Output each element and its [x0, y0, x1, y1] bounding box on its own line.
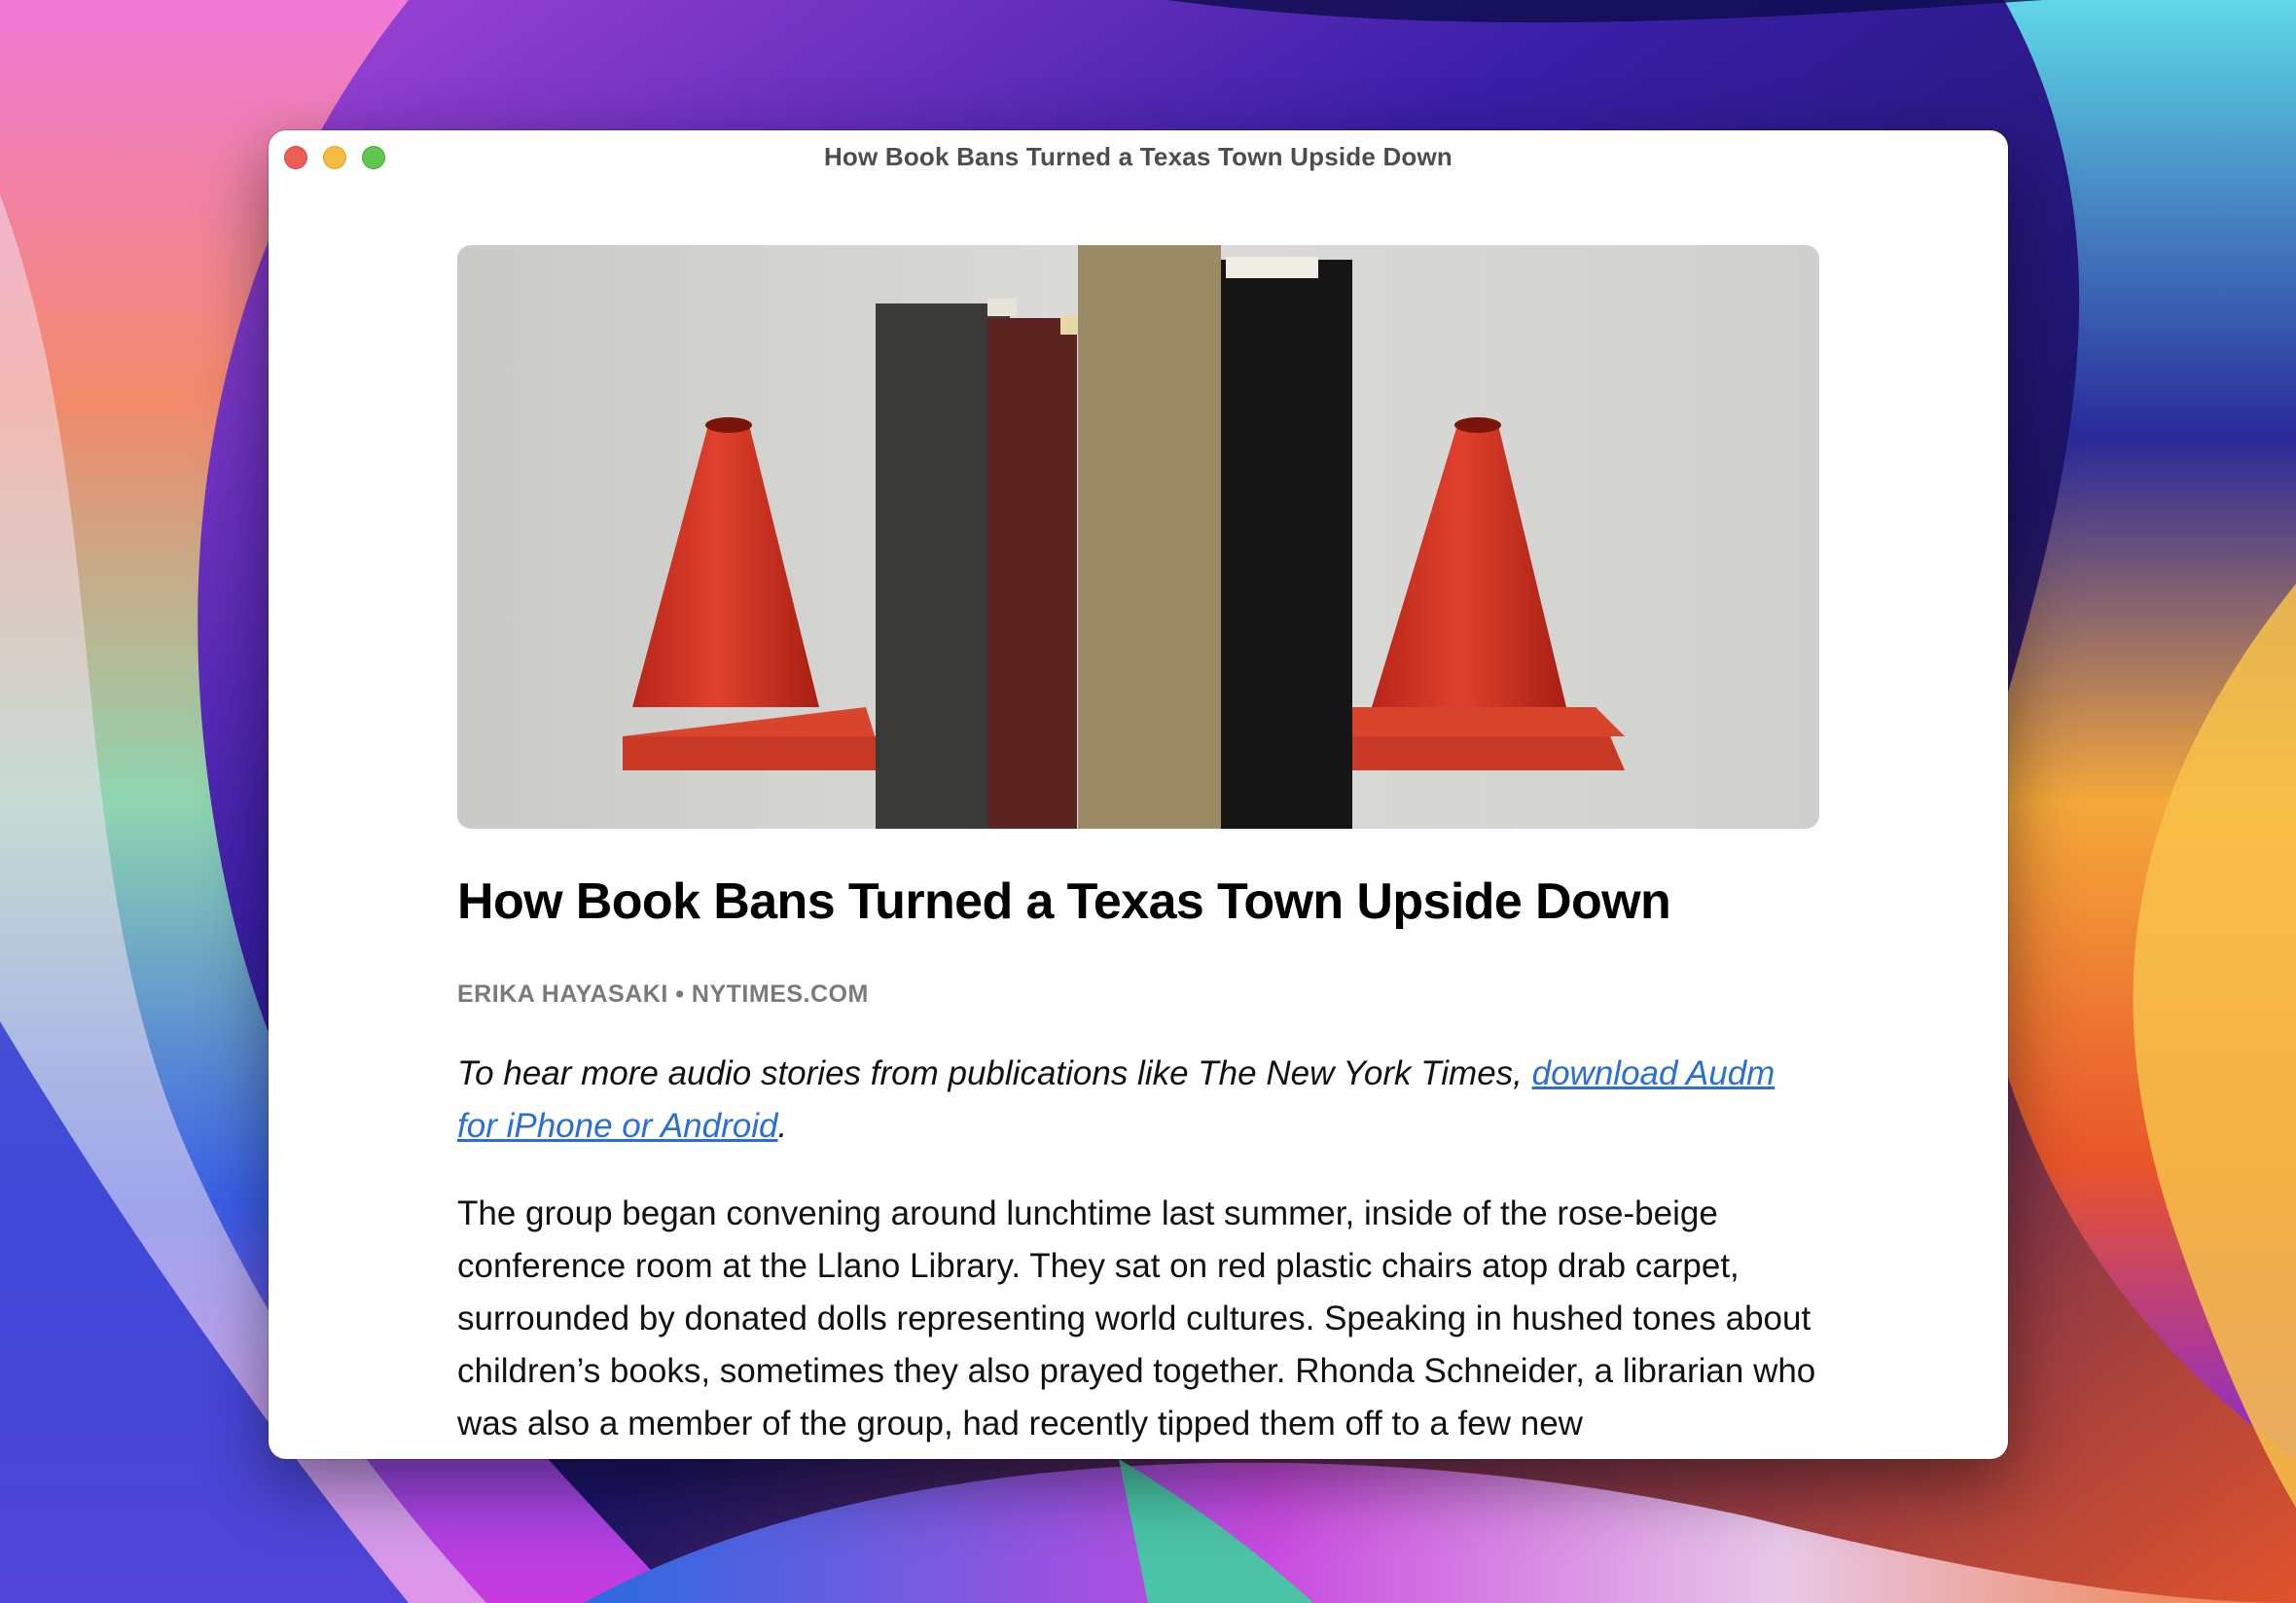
- window-title: How Book Bans Turned a Texas Town Upside…: [823, 142, 1453, 171]
- article-hero-image: [457, 245, 1819, 829]
- article-byline: ERIKA HAYASAKI • NYTIMES.COM: [457, 980, 869, 1008]
- intro-text: To hear more audio stories from publicat…: [457, 1053, 1532, 1092]
- article-intro: To hear more audio stories from publicat…: [457, 1048, 1819, 1153]
- article-content[interactable]: How Book Bans Turned a Texas Town Upside…: [457, 245, 1819, 1450]
- intro-period: .: [777, 1106, 788, 1145]
- reader-window: How Book Bans Turned a Texas Town Upside…: [269, 130, 2008, 1459]
- article-paragraph: The group began convening around lunchti…: [457, 1193, 1816, 1443]
- title-bar[interactable]: How Book Bans Turned a Texas Town Upside…: [269, 130, 2008, 185]
- article-headline: How Book Bans Turned a Texas Town Upside…: [457, 873, 1671, 930]
